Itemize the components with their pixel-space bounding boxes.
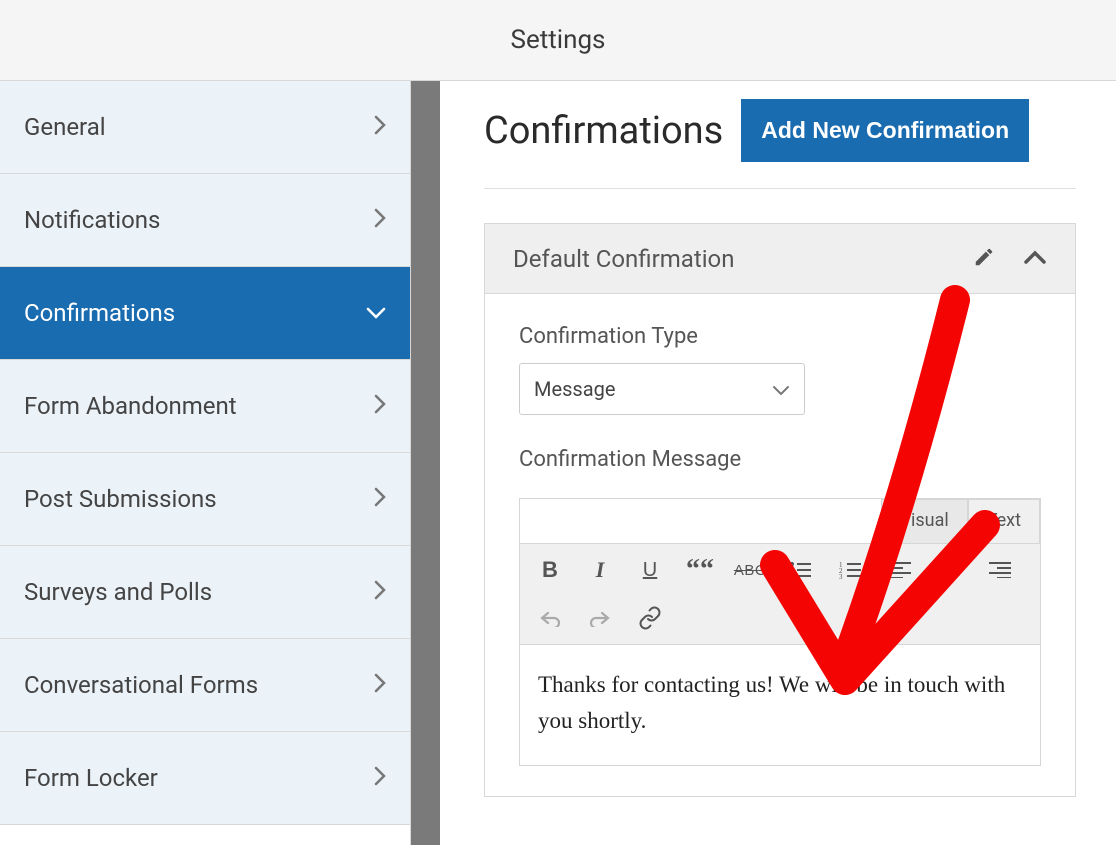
sidebar-item-general[interactable]: General — [0, 81, 410, 174]
add-new-confirmation-button[interactable]: Add New Confirmation — [741, 99, 1029, 162]
italic-button[interactable]: I — [584, 554, 616, 586]
sidebar-item-form-locker[interactable]: Form Locker — [0, 732, 410, 825]
content-wrap: General Notifications Confirmations Form… — [0, 81, 1116, 845]
panel-header[interactable]: Default Confirmation — [485, 224, 1075, 294]
gap-strip — [411, 81, 440, 845]
redo-button[interactable] — [584, 602, 616, 634]
settings-sidebar: General Notifications Confirmations Form… — [0, 81, 411, 845]
select-value: Message — [534, 377, 615, 401]
panel-actions — [973, 246, 1047, 272]
sidebar-item-label: Confirmations — [24, 299, 175, 327]
chevron-right-icon — [374, 487, 386, 511]
chevron-right-icon — [374, 115, 386, 139]
chevron-right-icon — [374, 394, 386, 418]
chevron-down-icon — [772, 377, 790, 401]
sidebar-item-label: Post Submissions — [24, 485, 217, 513]
editor-toolbar: B I U ““ ABC 123 — [520, 543, 1040, 645]
align-left-button[interactable] — [884, 554, 916, 586]
svg-text:3: 3 — [839, 573, 843, 579]
header-bar: Settings — [0, 0, 1116, 81]
main-pane: Confirmations Add New Confirmation Defau… — [440, 81, 1116, 845]
header-title: Settings — [511, 25, 606, 55]
sidebar-item-post-submissions[interactable]: Post Submissions — [0, 453, 410, 546]
tab-visual[interactable]: Visual — [881, 499, 968, 543]
chevron-right-icon — [374, 580, 386, 604]
editor-tabs: Visual Text — [520, 499, 1040, 543]
tab-text[interactable]: Text — [968, 499, 1040, 543]
chevron-right-icon — [374, 208, 386, 232]
sidebar-item-form-abandonment[interactable]: Form Abandonment — [0, 360, 410, 453]
strikethrough-button[interactable]: ABC — [734, 554, 766, 586]
chevron-right-icon — [374, 766, 386, 790]
edit-icon[interactable] — [973, 246, 995, 272]
page-header: Confirmations Add New Confirmation — [484, 99, 1076, 189]
undo-button[interactable] — [534, 602, 566, 634]
confirmation-type-select[interactable]: Message — [519, 363, 805, 415]
page-title: Confirmations — [484, 109, 723, 153]
sidebar-item-label: Notifications — [24, 206, 160, 234]
sidebar-item-surveys-and-polls[interactable]: Surveys and Polls — [0, 546, 410, 639]
align-right-button[interactable] — [984, 554, 1016, 586]
confirmation-type-label: Confirmation Type — [519, 324, 1041, 349]
align-center-button[interactable] — [934, 554, 966, 586]
chevron-right-icon — [374, 673, 386, 697]
sidebar-item-label: Form Locker — [24, 764, 158, 792]
confirmation-message-label: Confirmation Message — [519, 447, 1041, 472]
message-editor: Visual Text B I U ““ ABC 123 — [519, 498, 1041, 766]
unordered-list-button[interactable] — [784, 554, 816, 586]
confirmation-panel: Default Confirmation Confirmation Type M… — [484, 223, 1076, 797]
chevron-up-icon[interactable] — [1023, 249, 1047, 269]
sidebar-item-label: Form Abandonment — [24, 392, 237, 420]
blockquote-button[interactable]: ““ — [684, 554, 716, 586]
sidebar-item-notifications[interactable]: Notifications — [0, 174, 410, 267]
underline-button[interactable]: U — [634, 554, 666, 586]
panel-title: Default Confirmation — [513, 245, 973, 273]
sidebar-item-confirmations[interactable]: Confirmations — [0, 267, 410, 360]
sidebar-item-label: General — [24, 113, 106, 141]
panel-body: Confirmation Type Message Confirmation M… — [485, 294, 1075, 796]
editor-textarea[interactable]: Thanks for contacting us! We will be in … — [520, 645, 1040, 765]
chevron-down-icon — [366, 304, 386, 323]
ordered-list-button[interactable]: 123 — [834, 554, 866, 586]
sidebar-item-label: Conversational Forms — [24, 671, 258, 699]
bold-button[interactable]: B — [534, 554, 566, 586]
link-button[interactable] — [634, 602, 666, 634]
sidebar-item-label: Surveys and Polls — [24, 578, 212, 606]
sidebar-item-conversational-forms[interactable]: Conversational Forms — [0, 639, 410, 732]
